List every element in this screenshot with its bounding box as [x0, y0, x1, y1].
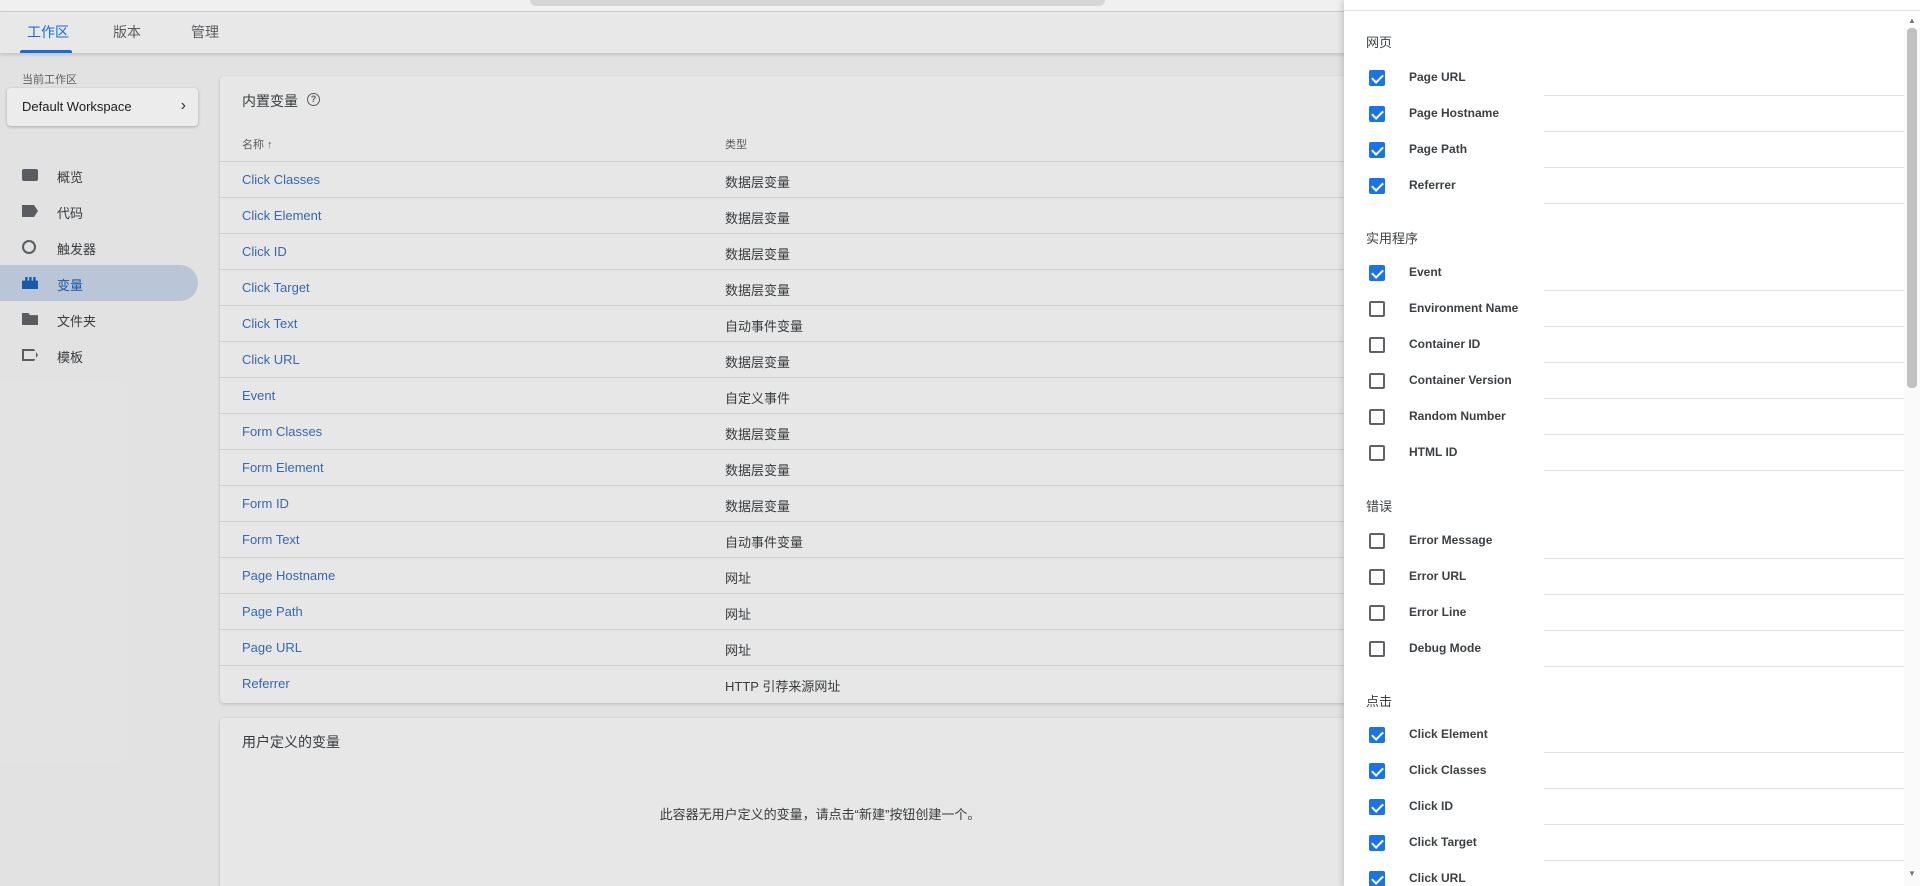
checkbox-unchecked[interactable]: [1369, 569, 1385, 585]
divider: [1544, 203, 1904, 204]
variable-option-label: Debug Mode: [1409, 641, 1481, 655]
panel-header: [1344, 0, 1920, 11]
variable-option-label: Click Element: [1409, 727, 1488, 741]
variable-option[interactable]: Container ID: [1344, 327, 1904, 363]
checkbox-unchecked[interactable]: [1369, 533, 1385, 549]
variable-option-label: Event: [1409, 265, 1442, 279]
variable-option[interactable]: Page URL: [1344, 60, 1904, 96]
overlay-scrim[interactable]: [0, 0, 1344, 886]
checkbox-unchecked[interactable]: [1369, 301, 1385, 317]
variable-option[interactable]: Page Hostname: [1344, 96, 1904, 132]
variable-option-label: HTML ID: [1409, 445, 1458, 459]
variable-option[interactable]: Referrer: [1344, 168, 1904, 204]
checkbox-unchecked[interactable]: [1369, 373, 1385, 389]
variable-option-label: Container ID: [1409, 337, 1481, 351]
variable-option[interactable]: Click Element: [1344, 717, 1904, 753]
variable-option[interactable]: Click Target: [1344, 825, 1904, 861]
variable-option[interactable]: Click URL: [1344, 861, 1904, 886]
variable-option[interactable]: HTML ID: [1344, 435, 1904, 471]
checkbox-checked[interactable]: [1369, 799, 1385, 815]
divider: [1544, 470, 1904, 471]
checkbox-checked[interactable]: [1369, 835, 1385, 851]
checkbox-unchecked[interactable]: [1369, 409, 1385, 425]
variable-option-label: Error URL: [1409, 569, 1467, 583]
variable-option-label: Referrer: [1409, 178, 1456, 192]
variable-option-label: Click ID: [1409, 799, 1454, 813]
checkbox-unchecked[interactable]: [1369, 337, 1385, 353]
variable-option-label: Click Target: [1409, 835, 1477, 849]
checkbox-checked[interactable]: [1369, 763, 1385, 779]
variable-option[interactable]: Environment Name: [1344, 291, 1904, 327]
variable-option[interactable]: Container Version: [1344, 363, 1904, 399]
variable-option-label: Error Message: [1409, 533, 1493, 547]
variable-option[interactable]: Error Line: [1344, 595, 1904, 631]
checkbox-unchecked[interactable]: [1369, 605, 1385, 621]
variable-option-label: Environment Name: [1409, 301, 1519, 315]
checkbox-checked[interactable]: [1369, 106, 1385, 122]
variable-option[interactable]: Error URL: [1344, 559, 1904, 595]
section-title: 实用程序: [1366, 231, 1419, 246]
checkbox-checked[interactable]: [1369, 178, 1385, 194]
checkbox-checked[interactable]: [1369, 265, 1385, 281]
variable-option[interactable]: Click Classes: [1344, 753, 1904, 789]
divider: [1544, 666, 1904, 667]
variable-option[interactable]: Debug Mode: [1344, 631, 1904, 667]
variable-option-label: Click URL: [1409, 871, 1466, 885]
variable-option[interactable]: Page Path: [1344, 132, 1904, 168]
scroll-up-icon[interactable]: ▲: [1908, 16, 1916, 25]
checkbox-checked[interactable]: [1369, 142, 1385, 158]
scrollbar-thumb[interactable]: [1907, 28, 1917, 388]
checkbox-unchecked[interactable]: [1369, 641, 1385, 657]
configure-builtin-variables-panel: ▲ ▼ 网页 Page URL Page Hostname Page Path Refe…: [1344, 0, 1920, 886]
checkbox-checked[interactable]: [1369, 727, 1385, 743]
checkbox-checked[interactable]: [1369, 70, 1385, 86]
section-title: 错误: [1366, 499, 1393, 514]
variable-option[interactable]: Event: [1344, 255, 1904, 291]
variable-option-label: Click Classes: [1409, 763, 1487, 777]
section-title: 点击: [1366, 694, 1393, 709]
variable-option[interactable]: Random Number: [1344, 399, 1904, 435]
variable-option-label: Container Version: [1409, 373, 1512, 387]
checkbox-checked[interactable]: [1369, 871, 1385, 886]
variable-option[interactable]: Click ID: [1344, 789, 1904, 825]
variable-option-label: Page URL: [1409, 70, 1466, 84]
variable-option-label: Error Line: [1409, 605, 1467, 619]
variable-option-label: Page Hostname: [1409, 106, 1500, 120]
variable-option-label: Page Path: [1409, 142, 1468, 156]
variable-option[interactable]: Error Message: [1344, 523, 1904, 559]
scroll-down-icon[interactable]: ▼: [1908, 869, 1916, 878]
checkbox-unchecked[interactable]: [1369, 445, 1385, 461]
section-title: 网页: [1366, 35, 1393, 50]
variable-option-label: Random Number: [1409, 409, 1506, 423]
